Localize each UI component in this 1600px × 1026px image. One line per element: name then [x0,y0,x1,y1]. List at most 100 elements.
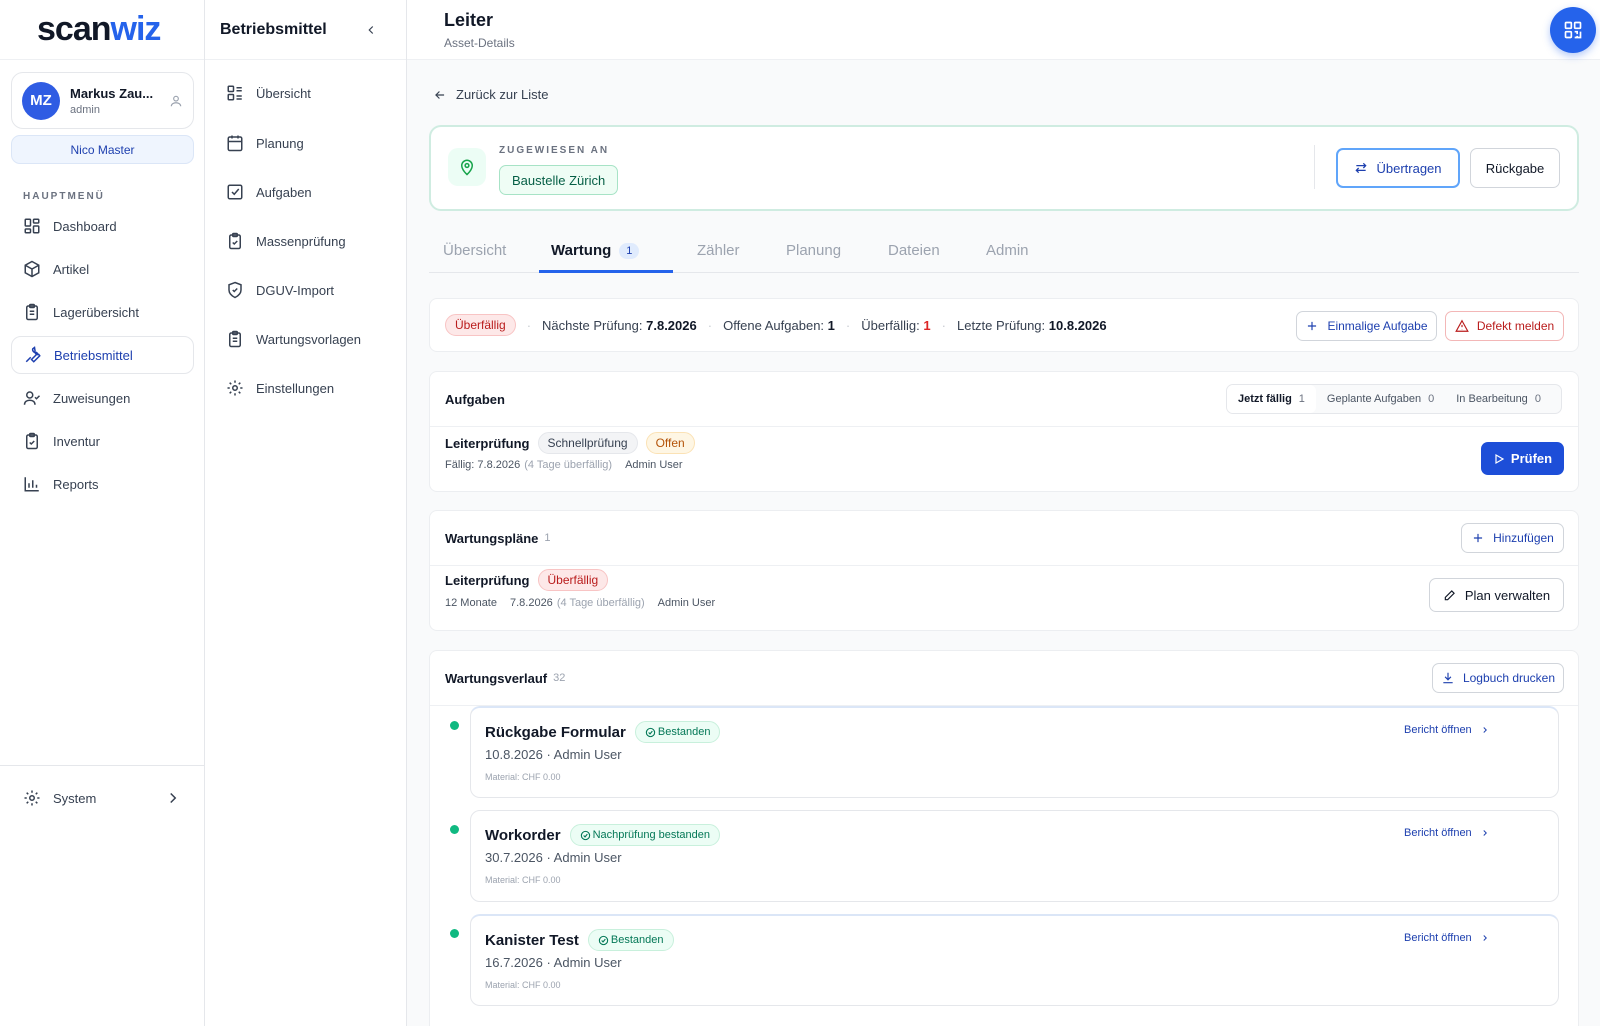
plans-card-title: Wartungspläne [445,530,539,546]
subnav-item-uebersicht[interactable]: Übersicht [219,76,393,110]
segment-in-progress[interactable]: In Bearbeitung 0 [1445,385,1552,413]
history-item-material: Material: CHF 0.00 [485,875,561,885]
plan-date: 7.8.2026 [509,597,553,609]
task-due-note: (4 Tage überfällig) [524,459,613,471]
card-divider [430,426,1578,427]
assigned-location-chip[interactable]: Baustelle Zürich [499,165,619,195]
tab-zaehler[interactable]: Zähler [697,228,740,273]
subnav-item-dguv-import[interactable]: DGUV-Import [219,273,393,307]
history-item[interactable]: Workorder Nachprüfung bestanden 30.7.202… [470,810,1559,902]
user-icon[interactable] [169,94,183,108]
dashboard-icon [24,218,40,234]
separator-dot: · [941,317,946,333]
assigned-to-label: ZUGEWIESEN AN [499,145,610,156]
plan-note: (4 Tage überfällig) [556,597,645,609]
sidebar-item-reports[interactable]: Reports [11,465,194,503]
tab-label: Übersicht [443,242,507,259]
arrow-left-icon [435,90,445,99]
history-item-title: Rückgabe Formular [485,723,626,741]
report-defect-button[interactable]: Defekt melden [1445,311,1564,341]
sidebar-item-system[interactable]: System [11,779,194,817]
user-check-icon [23,391,41,405]
open-report-link[interactable]: Bericht öffnen [1404,932,1490,944]
subnav-title: Betriebsmittel [220,20,327,38]
check-circle-icon [645,727,656,737]
one-time-task-button[interactable]: Einmalige Aufgabe [1296,311,1437,341]
report-defect-label: Defekt melden [1476,319,1555,333]
sidebar-item-dashboard[interactable]: Dashboard [11,207,194,245]
sidebar-item-artikel[interactable]: Artikel [11,250,194,288]
subnav-item-planung[interactable]: Planung [219,126,393,160]
tasks-card: Aufgaben Jetzt fällig 1 Geplante Aufgaben… [429,371,1579,492]
tab-uebersicht[interactable]: Übersicht [443,228,506,273]
transfer-button[interactable]: Übertragen [1336,148,1460,188]
open-tasks-value: 1 [827,317,835,333]
timeline-dot [450,929,459,938]
add-plan-button[interactable]: Hinzufügen [1461,523,1564,553]
scanwiz-logo[interactable]: scan wiz [0,0,204,60]
tab-label: Wartung [551,242,612,259]
clipboard-icon [26,303,38,321]
collapse-chevron-icon[interactable] [364,23,378,37]
subnav-item-label: Wartungsvorlagen [256,331,362,347]
qr-code-icon [1564,21,1582,39]
shield-check-icon [228,281,242,299]
download-icon [1443,672,1453,684]
tab-bar: Übersicht Wartung 1 Zähler Planung Datei… [429,228,1579,273]
tab-dateien[interactable]: Dateien [888,228,940,273]
tab-wartung[interactable]: Wartung 1 [551,228,640,273]
chevron-right-icon [1483,935,1487,941]
qr-scan-button[interactable] [1550,7,1596,53]
sidebar-item-label: Zuweisungen [53,390,131,406]
sidebar-item-lageruebersicht[interactable]: Lagerübersicht [11,293,194,331]
location-pin-box [448,148,486,186]
segment-due-now[interactable]: Jetzt fällig 1 [1227,385,1316,413]
page-title: Leiter [444,10,494,30]
tab-label: Admin [986,242,1029,259]
bar-chart-icon [24,477,39,492]
subnav-item-massenpruefung[interactable]: Massenprüfung [219,224,393,258]
sidebar-item-inventur[interactable]: Inventur [11,422,194,460]
card-divider [430,565,1578,566]
clipboard-list-icon [229,330,241,348]
tab-admin[interactable]: Admin [986,228,1029,273]
warning-triangle-icon [1454,319,1469,332]
manage-plan-button[interactable]: Plan verwalten [1429,578,1564,612]
user-card[interactable]: MZ Markus Zau... admin [11,72,194,129]
last-check-label: Letzte Prüfung: [956,317,1046,333]
history-item[interactable]: Rückgabe Formular Bestanden 10.8.2026 · … [470,706,1559,798]
clipboard-check-icon [26,432,38,450]
assignment-divider [1314,145,1315,189]
tenant-switcher[interactable]: Nico Master [11,135,194,164]
sidebar-item-label: Artikel [53,261,90,277]
task-assignee: Admin User [625,459,683,471]
chevron-right-icon [1483,727,1487,733]
back-to-list-link[interactable]: Zurück zur Liste [433,87,548,102]
sidebar-item-zuweisungen[interactable]: Zuweisungen [11,379,194,417]
checkbox-icon [227,184,243,200]
calendar-icon [227,135,243,152]
history-status-label: Bestanden [657,726,711,738]
open-report-link[interactable]: Bericht öffnen [1404,827,1490,839]
history-item-title: Workorder [485,826,561,844]
return-button[interactable]: Rückgabe [1470,148,1560,188]
segment-planned[interactable]: Geplante Aufgaben 0 [1316,385,1445,413]
inspect-button[interactable]: Prüfen [1481,442,1564,475]
subnav-item-einstellungen[interactable]: Einstellungen [219,371,393,405]
next-check-label: Nächste Prüfung: [542,317,643,333]
open-report-link[interactable]: Bericht öffnen [1404,724,1490,736]
subnav-item-aufgaben[interactable]: Aufgaben [219,175,393,209]
chevron-right-icon [170,792,177,804]
segment-count: 0 [1534,393,1541,405]
gear-icon [24,790,40,806]
sidebar-item-betriebsmittel[interactable]: Betriebsmittel [11,336,194,374]
last-check-value: 10.8.2026 [1048,317,1107,333]
tab-label: Dateien [888,242,940,259]
sidebar-item-label: System [53,790,97,806]
tab-planung[interactable]: Planung [786,228,841,273]
print-logbook-button[interactable]: Logbuch drucken [1432,663,1564,693]
user-role: admin [70,103,100,116]
history-item[interactable]: Kanister Test Bestanden 16.7.2026 · Admi… [470,914,1559,1006]
subnav-item-wartungsvorlagen[interactable]: Wartungsvorlagen [219,322,393,356]
history-item-meta: 16.7.2026 · Admin User [485,955,622,970]
